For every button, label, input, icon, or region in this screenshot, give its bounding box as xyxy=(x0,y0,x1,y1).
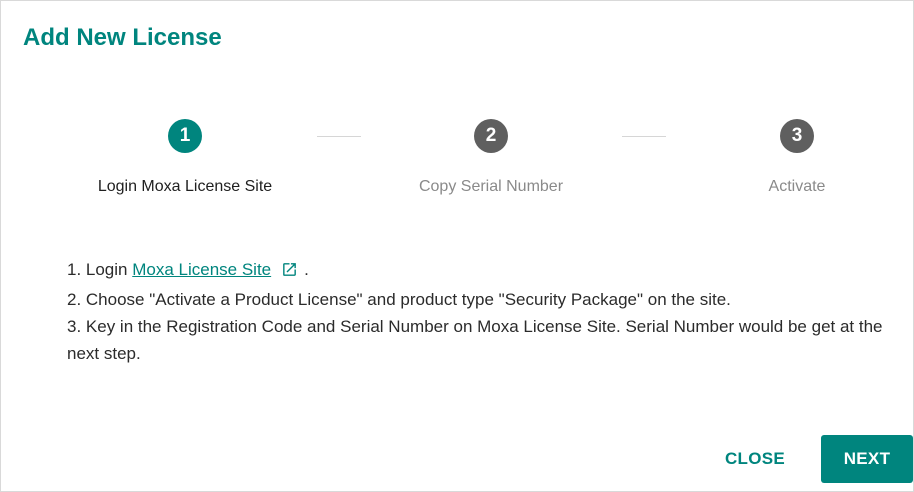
step-connector xyxy=(317,136,361,137)
stepper: 1 Login Moxa License Site 2 Copy Serial … xyxy=(1,119,914,209)
step-2-number: 2 xyxy=(474,119,508,153)
step-3-label: Activate xyxy=(768,178,826,195)
add-license-dialog: Add New License 1 Login Moxa License Sit… xyxy=(0,0,914,492)
step-2: 2 Copy Serial Number xyxy=(371,119,611,197)
instruction-line-3: 3. Key in the Registration Code and Seri… xyxy=(67,317,883,363)
external-link-icon[interactable] xyxy=(281,259,298,286)
step-1-number: 1 xyxy=(168,119,202,153)
instruction-1-prefix: 1. Login xyxy=(67,260,133,279)
instruction-line-1: 1. Login Moxa License Site. xyxy=(67,256,887,286)
step-3-number: 3 xyxy=(780,119,814,153)
dialog-actions: CLOSE NEXT xyxy=(653,435,913,483)
moxa-license-site-link[interactable]: Moxa License Site xyxy=(132,260,271,279)
next-button[interactable]: NEXT xyxy=(821,435,913,483)
instruction-1-suffix: . xyxy=(304,260,309,279)
instructions: 1. Login Moxa License Site. 2. Choose "A… xyxy=(67,256,887,367)
step-1: 1 Login Moxa License Site xyxy=(65,119,305,197)
step-2-label: Copy Serial Number xyxy=(418,178,564,195)
step-1-label: Login Moxa License Site xyxy=(97,178,273,195)
close-button[interactable]: CLOSE xyxy=(709,435,801,483)
dialog-title: Add New License xyxy=(23,24,222,51)
step-3: 3 Activate xyxy=(677,119,914,197)
instruction-line-2: 2. Choose "Activate a Product License" a… xyxy=(67,290,731,309)
step-connector xyxy=(622,136,666,137)
